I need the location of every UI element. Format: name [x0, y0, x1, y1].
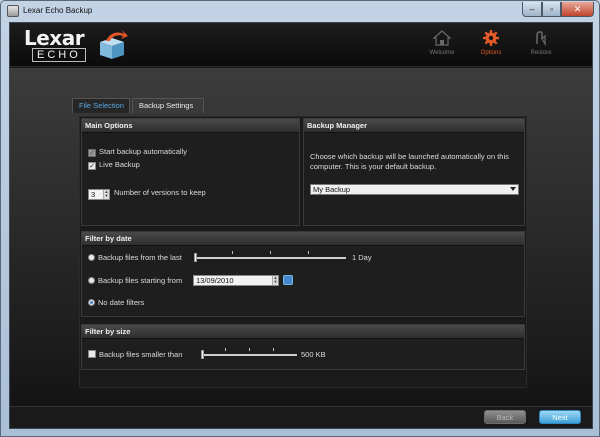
- footer-bar: Back Next: [10, 406, 592, 428]
- starting-label: Backup files starting from: [98, 276, 183, 285]
- live-backup-option[interactable]: ✓ Live Backup: [88, 160, 140, 170]
- versions-stepper[interactable]: 3 ▲ ▼: [88, 189, 110, 200]
- logo-product: ECHO: [32, 48, 86, 62]
- chevron-down-icon: [510, 187, 516, 191]
- backup-select-value: My Backup: [313, 185, 351, 194]
- slider-thumb[interactable]: [194, 253, 197, 262]
- window-title: Lexar Echo Backup: [23, 6, 93, 15]
- start-date-field[interactable]: 13/09/2010 ▲ ▼: [193, 275, 279, 286]
- gear-icon: [483, 30, 499, 46]
- size-slider-track: [201, 354, 297, 356]
- main-content: File Selection Backup Settings Main Opti…: [10, 68, 592, 406]
- calendar-icon[interactable]: [283, 275, 293, 285]
- main-options-section: Main Options ✓ Start backup automatically…: [81, 118, 300, 226]
- smaller-label: Backup files smaller than: [99, 350, 183, 359]
- restore-icon: [536, 31, 546, 47]
- filter-size-section: Filter by size Backup files smaller than…: [81, 324, 525, 370]
- date-stepper-arrows-icon[interactable]: ▲ ▼: [272, 276, 278, 285]
- main-options-title: Main Options: [82, 119, 299, 133]
- versions-row: 3 ▲ ▼ Number of versions to keep: [88, 188, 206, 200]
- backup-manager-title: Backup Manager: [304, 119, 524, 133]
- start-auto-option[interactable]: ✓ Start backup automatically: [88, 147, 187, 157]
- nav-restore-label: Restore: [530, 50, 552, 56]
- lexar-echo-logo: Lexar ECHO: [24, 26, 134, 64]
- client-area: Lexar ECHO Welcome Options Restore File …: [9, 22, 593, 429]
- header: Lexar ECHO Welcome Options Restore: [10, 23, 592, 67]
- start-auto-checkbox[interactable]: ✓: [88, 149, 96, 157]
- no-filter-option[interactable]: No date filters: [88, 298, 144, 307]
- filter-date-section: Filter by date Backup files from the las…: [81, 231, 525, 317]
- last-radio[interactable]: [88, 254, 95, 261]
- last-label: Backup files from the last: [98, 253, 182, 262]
- app-window: Lexar Echo Backup – ▫ ✕ Lexar ECHO Welco…: [0, 0, 600, 437]
- next-button[interactable]: Next: [539, 410, 581, 424]
- versions-value: 3: [91, 190, 96, 199]
- no-filter-radio[interactable]: [88, 299, 95, 306]
- settings-panel: Main Options ✓ Start backup automatically…: [79, 116, 527, 388]
- last-value: 1 Day: [352, 253, 372, 262]
- start-date-value: 13/09/2010: [196, 276, 234, 285]
- versions-label: Number of versions to keep: [114, 188, 206, 197]
- starting-option[interactable]: Backup files starting from: [88, 276, 182, 285]
- size-slider-thumb[interactable]: [201, 350, 204, 359]
- app-icon: [7, 5, 19, 17]
- start-auto-label: Start backup automatically: [99, 147, 187, 156]
- nav-welcome-label: Welcome: [429, 50, 455, 56]
- filter-date-title: Filter by date: [82, 232, 524, 246]
- size-slider[interactable]: [201, 348, 297, 359]
- close-button[interactable]: ✕: [561, 2, 594, 17]
- nav-welcome[interactable]: Welcome: [420, 29, 464, 63]
- size-value: 500 KB: [301, 350, 326, 359]
- size-slider-ticks: [201, 348, 297, 351]
- stepper-arrows-icon[interactable]: ▲ ▼: [103, 190, 109, 199]
- starting-radio[interactable]: [88, 277, 95, 284]
- filter-size-title: Filter by size: [82, 325, 524, 339]
- no-filter-label: No date filters: [98, 298, 145, 307]
- nav-restore[interactable]: Restore: [519, 29, 563, 63]
- title-bar[interactable]: Lexar Echo Backup – ▫ ✕: [1, 1, 599, 22]
- nav-options[interactable]: Options: [469, 29, 513, 63]
- backup-manager-description: Choose which backup will be launched aut…: [310, 152, 509, 171]
- backup-manager-section: Backup Manager Choose which backup will …: [303, 118, 525, 226]
- tab-file-selection[interactable]: File Selection: [72, 98, 130, 113]
- house-icon: [432, 30, 452, 46]
- smaller-checkbox[interactable]: [88, 350, 96, 358]
- last-option[interactable]: Backup files from the last: [88, 253, 182, 262]
- back-button[interactable]: Back: [484, 410, 526, 424]
- backup-select[interactable]: My Backup: [310, 184, 519, 195]
- live-backup-checkbox[interactable]: ✓: [88, 162, 96, 170]
- smaller-option[interactable]: Backup files smaller than: [88, 350, 182, 359]
- slider-ticks: [194, 251, 346, 254]
- logo-brand: Lexar: [24, 26, 85, 50]
- nav-options-label: Options: [480, 50, 502, 56]
- tab-backup-settings[interactable]: Backup Settings: [132, 98, 204, 113]
- live-backup-label: Live Backup: [99, 160, 140, 169]
- slider-track: [194, 257, 346, 259]
- maximize-button[interactable]: ▫: [542, 2, 561, 17]
- date-range-slider[interactable]: [194, 251, 346, 262]
- box-arrow-icon: [100, 30, 128, 59]
- minimize-button[interactable]: –: [522, 2, 542, 17]
